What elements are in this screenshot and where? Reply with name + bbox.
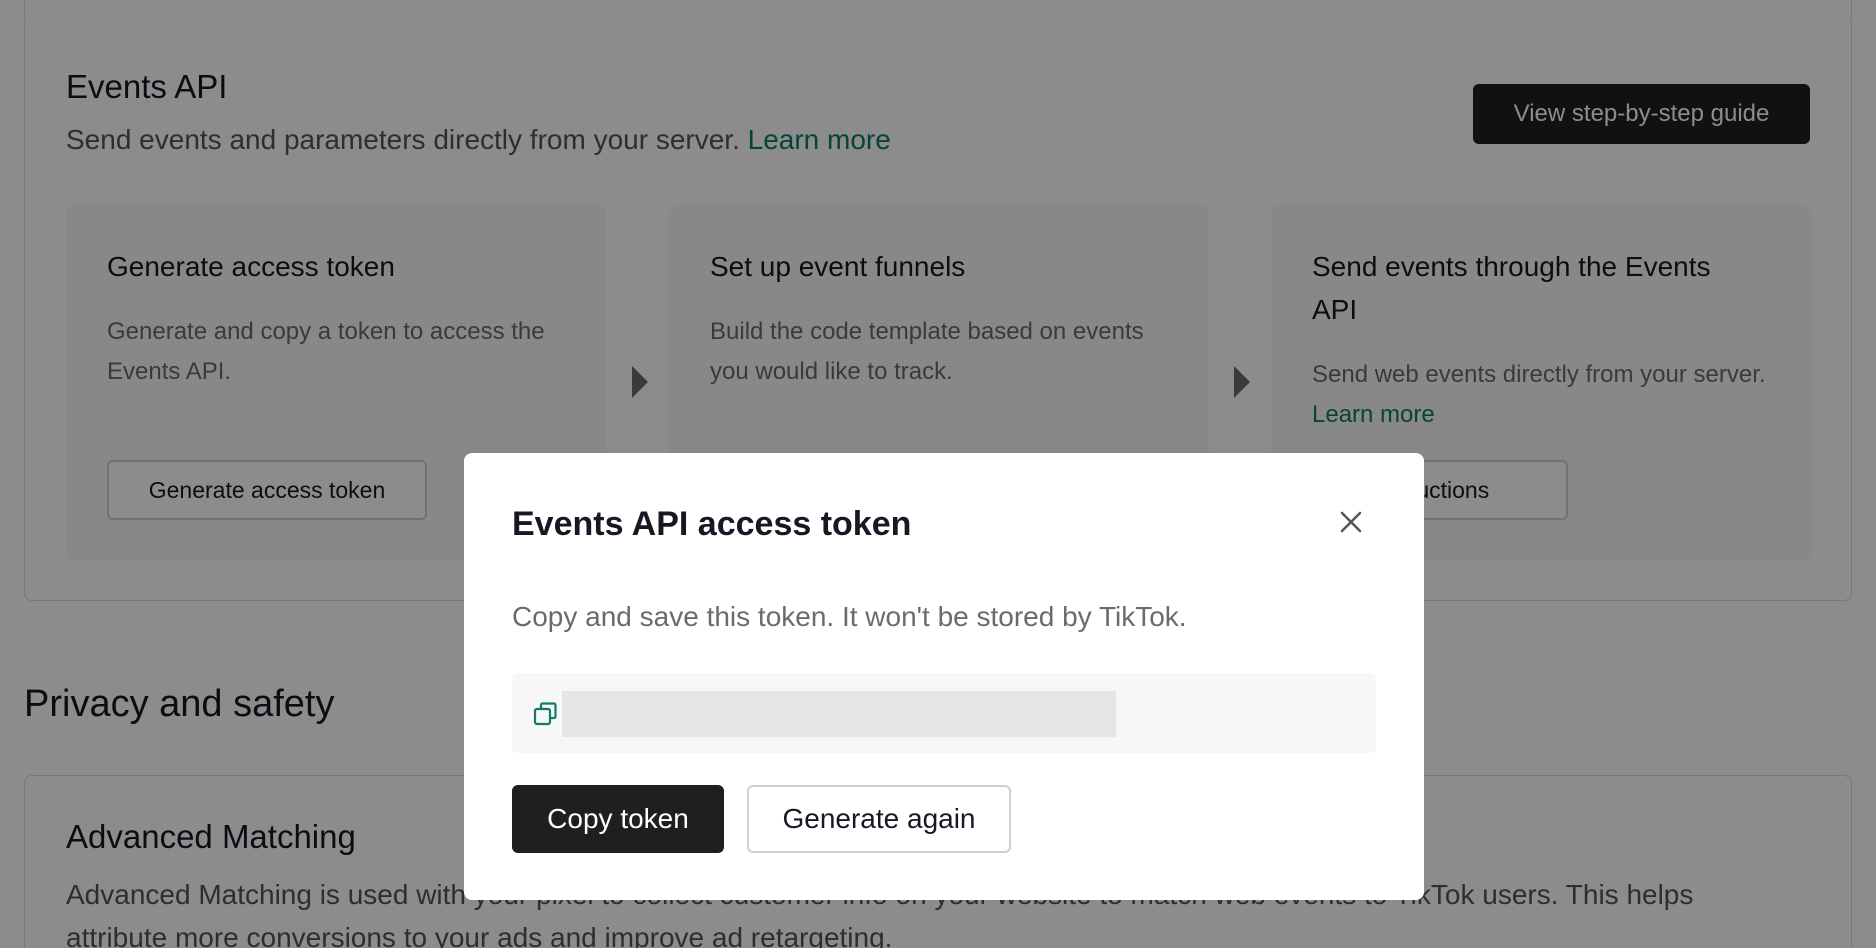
copy-icon[interactable] [532, 700, 560, 728]
modal-title: Events API access token [512, 505, 912, 543]
token-value-redacted[interactable] [562, 691, 1116, 737]
page: Events API Send events and parameters di… [0, 0, 1876, 948]
token-field [512, 673, 1376, 753]
copy-token-button[interactable]: Copy token [512, 785, 724, 853]
access-token-modal: Events API access token Copy and save th… [464, 453, 1424, 900]
modal-message: Copy and save this token. It won't be st… [512, 601, 1187, 632]
close-icon[interactable] [1334, 505, 1368, 539]
generate-again-button[interactable]: Generate again [747, 785, 1011, 853]
